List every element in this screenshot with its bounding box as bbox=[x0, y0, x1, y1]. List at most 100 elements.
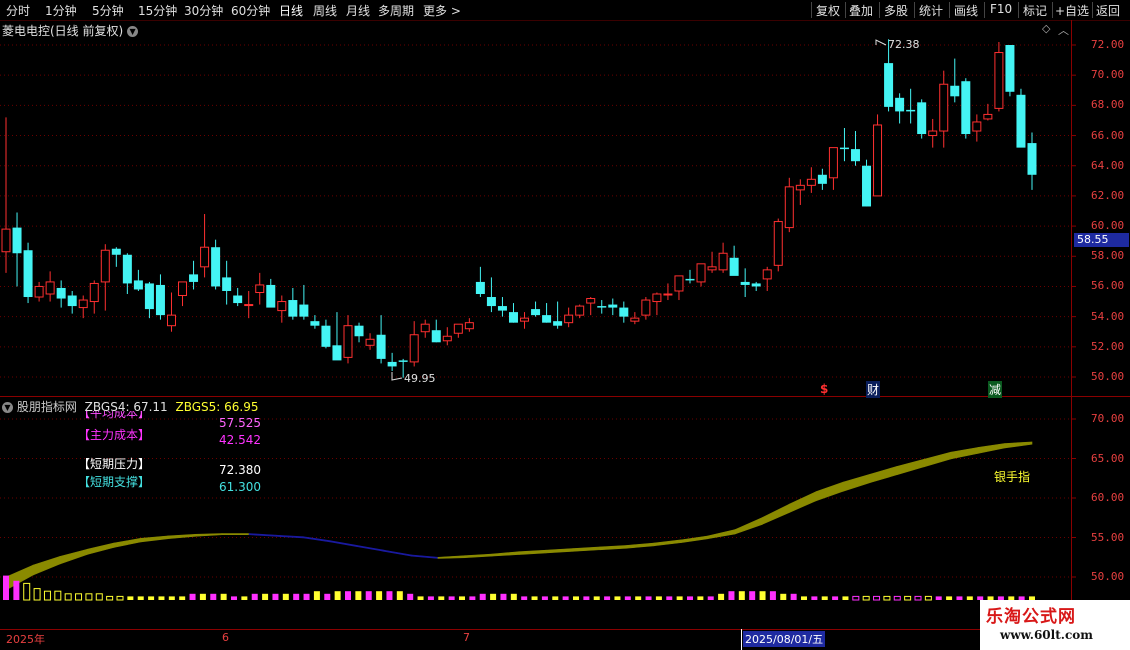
histogram-bar bbox=[883, 595, 891, 601]
candle-body bbox=[166, 314, 176, 327]
candle bbox=[751, 281, 761, 291]
histogram-bar bbox=[904, 595, 912, 601]
event-marker-financial[interactable]: 财 bbox=[866, 381, 881, 398]
multi-stock-button[interactable]: 多股 bbox=[884, 2, 908, 19]
candle bbox=[906, 88, 916, 124]
candle-body bbox=[178, 281, 188, 297]
candle-body bbox=[89, 282, 99, 303]
candle-body bbox=[630, 317, 640, 322]
event-marker-reduction[interactable]: 减 bbox=[988, 381, 1003, 398]
candle bbox=[144, 281, 154, 319]
ribbon-segment bbox=[437, 555, 466, 559]
histogram-bar bbox=[541, 596, 548, 600]
ribbon-segment bbox=[410, 554, 439, 559]
candle-body bbox=[663, 293, 673, 296]
mark-button[interactable]: 标记 bbox=[1023, 2, 1047, 19]
period-tab-daily[interactable]: 日线 bbox=[279, 2, 303, 19]
histogram-bar bbox=[282, 593, 289, 600]
chevron-up-icon[interactable]: ︿ bbox=[1058, 22, 1069, 38]
ribbon-segment bbox=[356, 545, 385, 552]
price-axis-label: 52.00 bbox=[1091, 339, 1125, 353]
candle-body bbox=[564, 314, 574, 324]
histogram-bar bbox=[862, 595, 870, 601]
candle bbox=[542, 303, 552, 323]
period-tab-monthly[interactable]: 月线 bbox=[346, 2, 370, 19]
histogram-bar bbox=[127, 596, 134, 600]
candle-body bbox=[508, 312, 518, 323]
chart-title-text: 菱电电控(日线 前复权) bbox=[2, 24, 124, 38]
histogram-bar bbox=[396, 591, 403, 600]
ribbon-segment bbox=[302, 536, 331, 543]
period-tab-15min[interactable]: 15分钟 bbox=[138, 2, 177, 19]
histogram-bar bbox=[811, 596, 818, 600]
back-button[interactable]: 返回 bbox=[1096, 2, 1120, 19]
ribbon-segment bbox=[5, 564, 34, 591]
candle bbox=[486, 277, 496, 313]
histogram-bar bbox=[64, 593, 72, 601]
period-tab-5min[interactable]: 5分钟 bbox=[92, 2, 124, 19]
candle-body bbox=[189, 274, 199, 282]
candle bbox=[685, 269, 695, 284]
candle bbox=[155, 274, 165, 320]
candle bbox=[409, 321, 419, 367]
low-annotation: 49.95 bbox=[404, 372, 436, 385]
candle bbox=[365, 333, 375, 350]
ribbon-segment bbox=[896, 458, 925, 476]
period-tab-60min[interactable]: 60分钟 bbox=[231, 2, 270, 19]
candle bbox=[200, 214, 210, 278]
chevron-down-icon[interactable]: ▼ bbox=[127, 26, 139, 37]
candle-body bbox=[299, 304, 309, 317]
price-axis-label: 64.00 bbox=[1091, 158, 1125, 172]
candle bbox=[354, 322, 364, 343]
period-tab-more[interactable]: 更多 > bbox=[423, 2, 461, 19]
watermark-url: www.60lt.com bbox=[1000, 628, 1093, 642]
histogram-bar bbox=[23, 582, 31, 601]
fuquan-button[interactable]: 复权 bbox=[816, 2, 840, 19]
histogram-bar bbox=[676, 596, 683, 600]
period-tab-1min[interactable]: 1分钟 bbox=[45, 2, 77, 19]
draw-line-button[interactable]: 画线 bbox=[954, 2, 978, 19]
candle bbox=[983, 103, 993, 121]
histogram-bar bbox=[697, 596, 704, 600]
period-tab-weekly[interactable]: 周线 bbox=[313, 2, 337, 19]
candle bbox=[762, 266, 772, 291]
histogram-bar bbox=[3, 575, 9, 600]
candle-body bbox=[784, 186, 794, 229]
period-tab-fenshi[interactable]: 分时 bbox=[6, 2, 30, 19]
ribbon-segment bbox=[167, 534, 196, 540]
f10-button[interactable]: F10 bbox=[990, 2, 1012, 16]
histogram-bar bbox=[935, 596, 942, 600]
histogram-bar bbox=[293, 593, 300, 600]
price-axis-label: 62.00 bbox=[1091, 188, 1125, 202]
period-toolbar: 分时 1分钟 5分钟 15分钟 30分钟 60分钟 日线 周线 月线 多周期 更… bbox=[0, 0, 1130, 21]
ribbon-segment bbox=[59, 548, 88, 565]
date-label-year: 2025年 bbox=[6, 633, 45, 646]
ribbon-segment bbox=[545, 548, 574, 554]
candle-body bbox=[839, 147, 849, 150]
diamond-icon[interactable]: ◇ bbox=[1042, 22, 1050, 35]
histogram-bar bbox=[179, 596, 186, 600]
histogram-bar bbox=[490, 593, 497, 600]
histogram-bar bbox=[85, 593, 93, 601]
period-tab-30min[interactable]: 30分钟 bbox=[184, 2, 223, 19]
overlay-button[interactable]: 叠加 bbox=[849, 2, 873, 19]
histogram-bar bbox=[54, 590, 62, 601]
add-watchlist-button[interactable]: +自选 bbox=[1055, 2, 1089, 19]
candle-body bbox=[78, 299, 88, 309]
histogram-bar bbox=[386, 591, 393, 600]
candle bbox=[553, 301, 563, 329]
histogram-bar bbox=[262, 593, 269, 600]
histogram-bar bbox=[873, 595, 881, 601]
period-tab-multi[interactable]: 多周期 bbox=[378, 2, 414, 19]
histogram-bar bbox=[645, 596, 652, 600]
indicator-axis-label: 70.00 bbox=[1091, 412, 1125, 425]
ribbon-segment bbox=[734, 517, 763, 535]
event-marker-dividend[interactable]: $ bbox=[820, 382, 828, 396]
histogram-bar bbox=[562, 596, 569, 600]
candle-body bbox=[486, 297, 496, 307]
statistics-button[interactable]: 统计 bbox=[919, 2, 943, 19]
histogram-bar bbox=[914, 595, 922, 601]
candle bbox=[376, 315, 386, 364]
ribbon-segment bbox=[140, 535, 169, 543]
kline-chart[interactable] bbox=[0, 0, 1130, 650]
